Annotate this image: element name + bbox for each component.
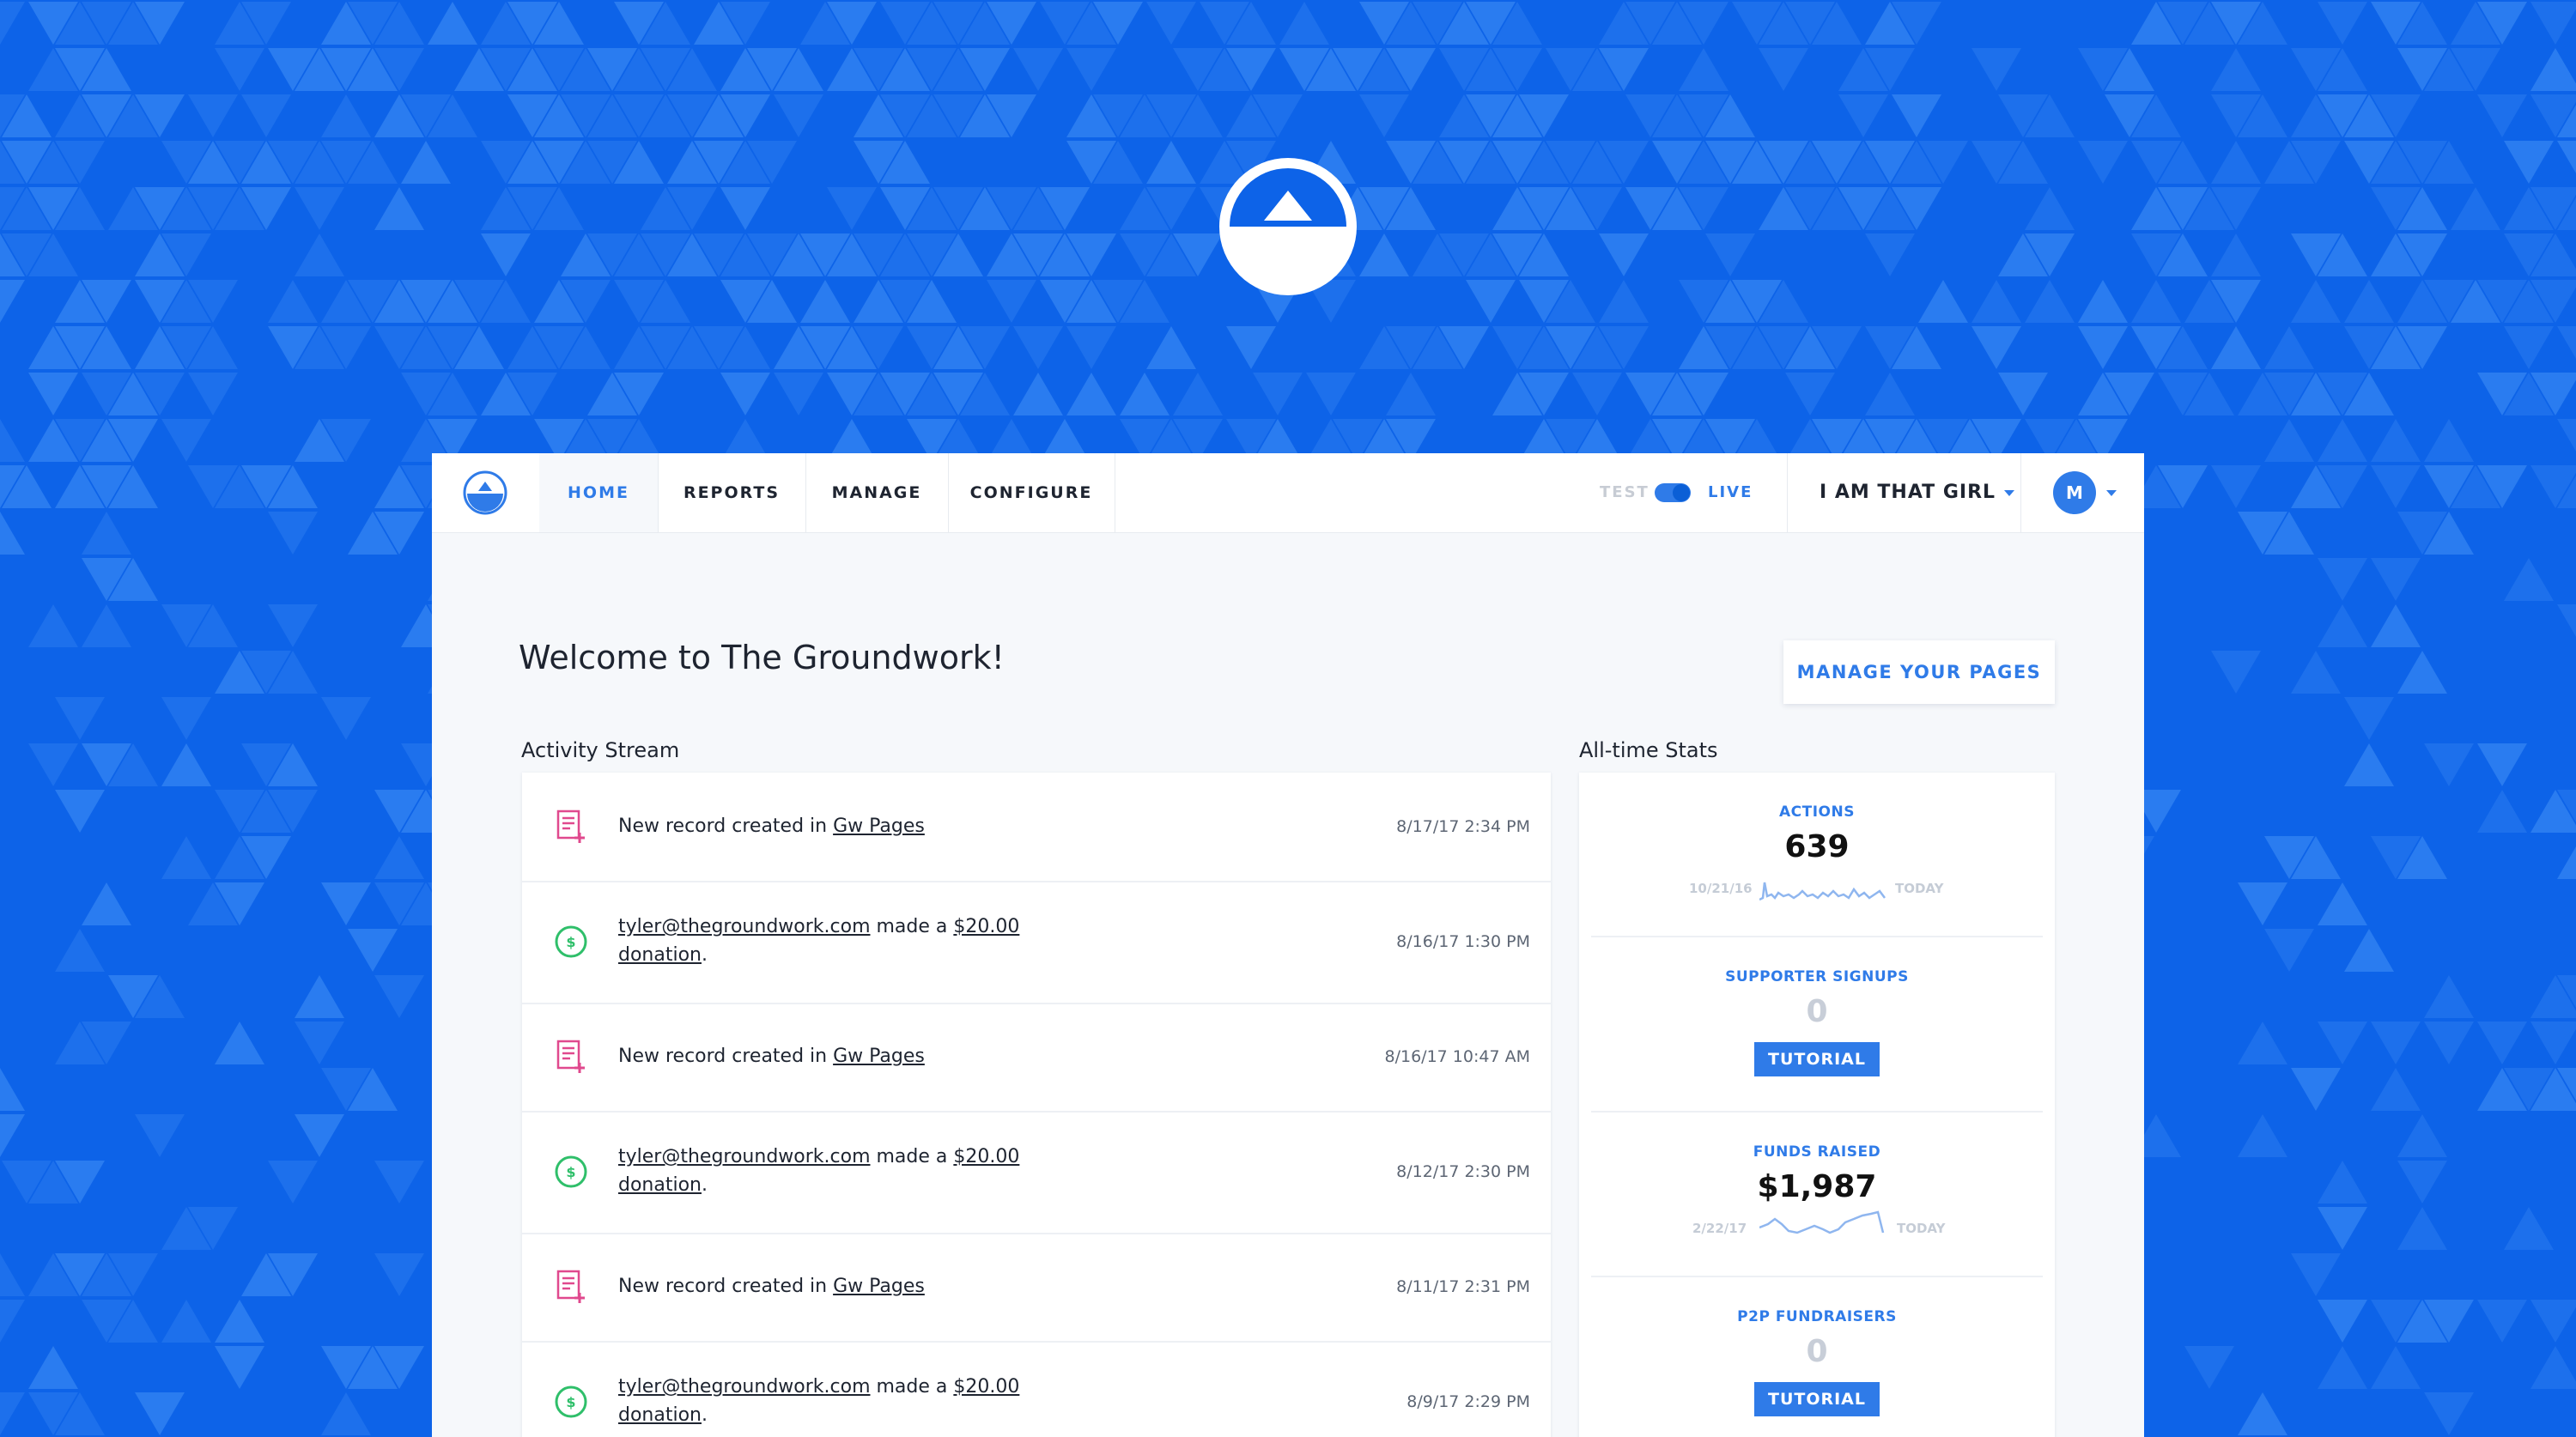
activity-text: New record created in Gw Pages	[618, 1042, 925, 1070]
activity-middle: made a	[870, 1376, 954, 1398]
activity-row: $ tyler@thegroundwork.com made a $20.00 d…	[522, 1341, 1551, 1437]
topbar-divider	[2020, 453, 2021, 532]
top-navigation-bar: HOME REPORTS MANAGE CONFIGURE TEST LIVE …	[432, 453, 2144, 533]
activity-row: New record created in Gw Pages 8/17/17 2…	[522, 773, 1551, 882]
manage-your-pages-button[interactable]: MANAGE YOUR PAGES	[1783, 640, 2055, 704]
stat-label: P2P FUNDRAISERS	[1737, 1308, 1897, 1325]
activity-timestamp: 8/9/17 2:29 PM	[1406, 1392, 1530, 1411]
stat-value: 0	[1806, 1334, 1828, 1369]
test-live-toggle[interactable]	[1655, 483, 1691, 502]
page-title: Welcome to The Groundwork!	[519, 639, 1005, 676]
email-link[interactable]: tyler@thegroundwork.com	[618, 1376, 871, 1398]
activity-middle: made a	[870, 916, 954, 937]
activity-middle: made a	[870, 1146, 954, 1167]
groundwork-logo-icon	[1219, 158, 1357, 295]
mode-test-label[interactable]: TEST	[1600, 453, 1649, 532]
donation-link[interactable]: donation	[618, 944, 702, 966]
sparkline-end-label: TODAY	[1897, 1221, 1946, 1236]
activity-stream-heading: Activity Stream	[521, 738, 680, 762]
amount-link[interactable]: $20.00	[953, 916, 1019, 937]
stat-value: 0	[1806, 994, 1828, 1029]
nav-reports[interactable]: REPORTS	[658, 453, 806, 532]
activity-text: tyler@thegroundwork.com made a $20.00 don…	[618, 1143, 1099, 1199]
stat-label: SUPPORTER SIGNUPS	[1725, 968, 1909, 985]
nav-configure[interactable]: CONFIGURE	[948, 453, 1115, 532]
all-time-stats-heading: All-time Stats	[1579, 738, 1718, 762]
app-window: HOME REPORTS MANAGE CONFIGURE TEST LIVE …	[432, 453, 2144, 1437]
activity-timestamp: 8/12/17 2:30 PM	[1396, 1162, 1530, 1181]
stat-divider	[1591, 936, 2043, 937]
activity-end: .	[702, 944, 708, 966]
svg-text:$: $	[566, 934, 575, 950]
activity-text: tyler@thegroundwork.com made a $20.00 don…	[618, 913, 1099, 969]
activity-stream-list: New record created in Gw Pages 8/17/17 2…	[522, 773, 1551, 1437]
tutorial-button[interactable]: TUTORIAL	[1754, 1042, 1880, 1076]
stat-value: $1,987	[1757, 1169, 1877, 1204]
nav-manage[interactable]: MANAGE	[805, 453, 949, 532]
user-avatar[interactable]: M	[2053, 471, 2096, 514]
gw-pages-link[interactable]: Gw Pages	[833, 1276, 925, 1297]
funds-sparkline	[1759, 1210, 1885, 1234]
sparkline-end-label: TODAY	[1895, 881, 1944, 896]
email-link[interactable]: tyler@thegroundwork.com	[618, 916, 871, 937]
chevron-down-icon[interactable]	[2106, 490, 2117, 496]
organization-dropdown[interactable]: I AM THAT GIRL	[1820, 453, 2015, 532]
tutorial-button[interactable]: TUTORIAL	[1754, 1382, 1880, 1416]
activity-timestamp: 8/17/17 2:34 PM	[1396, 817, 1530, 836]
email-link[interactable]: tyler@thegroundwork.com	[618, 1146, 871, 1167]
organization-name: I AM THAT GIRL	[1820, 482, 1996, 503]
activity-prefix: New record created in	[618, 1046, 834, 1067]
donation-icon: $	[555, 1155, 587, 1188]
topbar-divider	[1787, 453, 1788, 532]
svg-text:$: $	[566, 1164, 575, 1180]
stat-divider	[1591, 1276, 2043, 1277]
gw-pages-link[interactable]: Gw Pages	[833, 816, 925, 837]
groundwork-brand-icon[interactable]	[463, 470, 507, 515]
donation-link[interactable]: donation	[618, 1404, 702, 1426]
activity-text: New record created in Gw Pages	[618, 1272, 925, 1301]
record-icon	[556, 1270, 585, 1303]
toggle-knob	[1673, 484, 1690, 501]
activity-timestamp: 8/16/17 10:47 AM	[1384, 1047, 1530, 1066]
activity-text: tyler@thegroundwork.com made a $20.00 don…	[618, 1373, 1099, 1429]
activity-timestamp: 8/11/17 2:31 PM	[1396, 1277, 1530, 1296]
donation-link[interactable]: donation	[618, 1174, 702, 1196]
activity-row: New record created in Gw Pages 8/11/17 2…	[522, 1233, 1551, 1343]
gw-pages-link[interactable]: Gw Pages	[833, 1046, 925, 1067]
stat-divider	[1591, 1111, 2043, 1113]
activity-end: .	[702, 1174, 708, 1196]
amount-link[interactable]: $20.00	[953, 1376, 1019, 1398]
activity-end: .	[702, 1404, 708, 1426]
chevron-down-icon	[2004, 489, 2015, 496]
amount-link[interactable]: $20.00	[953, 1146, 1019, 1167]
all-time-stats-panel: ACTIONS 639 10/21/16 TODAY SUPPORTER SIG…	[1579, 773, 2055, 1437]
svg-text:$: $	[566, 1394, 575, 1410]
activity-prefix: New record created in	[618, 816, 834, 837]
nav-home[interactable]: HOME	[539, 453, 659, 532]
donation-icon: $	[555, 1385, 587, 1418]
activity-row: $ tyler@thegroundwork.com made a $20.00 d…	[522, 1111, 1551, 1234]
mode-live-label[interactable]: LIVE	[1708, 453, 1753, 532]
sparkline-start-date: 10/21/16	[1689, 881, 1753, 896]
donation-icon: $	[555, 925, 587, 958]
actions-sparkline	[1759, 882, 1886, 901]
activity-row: New record created in Gw Pages 8/16/17 1…	[522, 1003, 1551, 1113]
sparkline-start-date: 2/22/17	[1692, 1221, 1747, 1236]
activity-text: New record created in Gw Pages	[618, 812, 925, 840]
record-icon	[556, 1040, 585, 1073]
record-icon	[556, 809, 585, 843]
activity-prefix: New record created in	[618, 1276, 834, 1297]
stat-value: 639	[1784, 829, 1850, 864]
stat-label: ACTIONS	[1779, 803, 1855, 821]
activity-timestamp: 8/16/17 1:30 PM	[1396, 932, 1530, 951]
stat-label: FUNDS RAISED	[1753, 1143, 1881, 1161]
activity-row: $ tyler@thegroundwork.com made a $20.00 d…	[522, 881, 1551, 1004]
